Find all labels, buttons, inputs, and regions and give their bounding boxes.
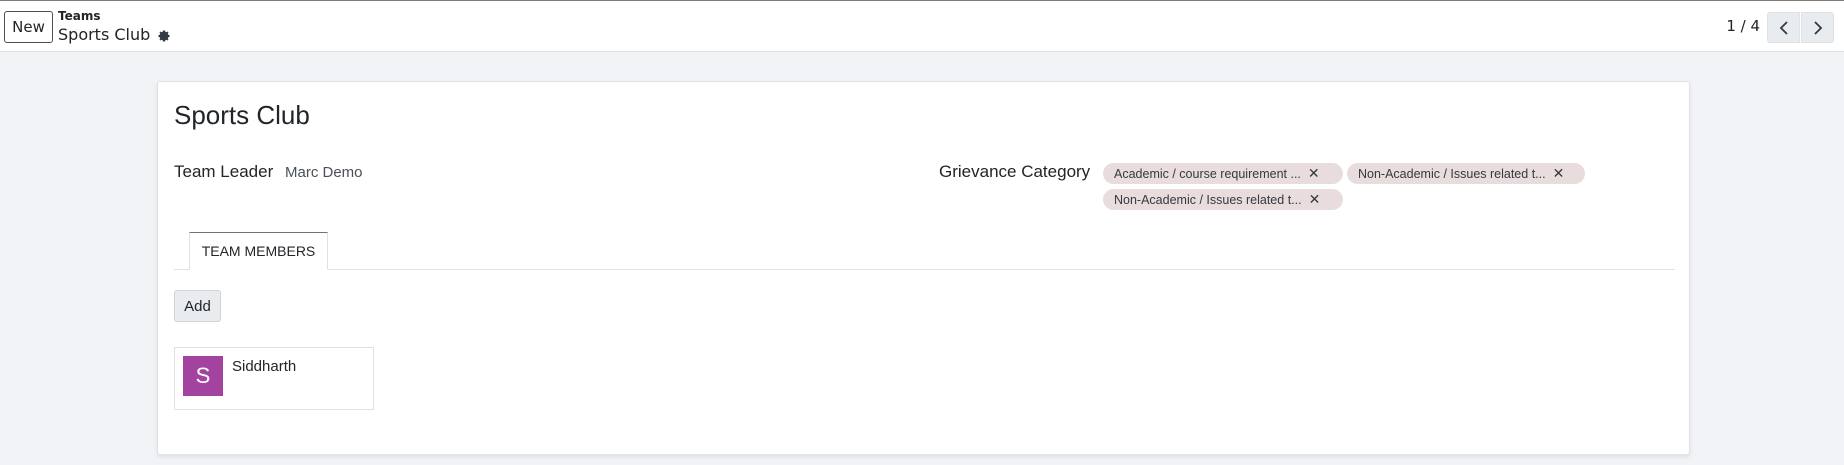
close-icon[interactable]: ✕ — [1308, 165, 1320, 182]
pager-previous-button[interactable] — [1767, 12, 1800, 43]
gear-icon[interactable] — [157, 28, 171, 42]
avatar: S — [183, 356, 223, 396]
team-leader-field[interactable]: Marc Demo — [285, 164, 363, 181]
pager-next-button[interactable] — [1801, 12, 1834, 43]
tab-team-members[interactable]: TEAM MEMBERS — [189, 232, 328, 270]
tab-divider — [174, 269, 1675, 270]
grievance-tag[interactable]: Academic / course requirement ... ✕ — [1103, 163, 1343, 184]
close-icon[interactable]: ✕ — [1309, 191, 1321, 208]
grievance-tag-label: Academic / course requirement ... — [1114, 166, 1301, 181]
member-name: Siddharth — [232, 358, 297, 375]
new-button[interactable]: New — [4, 11, 53, 43]
grievance-tag[interactable]: Non-Academic / Issues related t... ✕ — [1103, 189, 1343, 210]
breadcrumb-current: Sports Club — [58, 25, 171, 44]
breadcrumb-teams[interactable]: Teams — [58, 9, 100, 23]
member-card[interactable]: S Siddharth — [174, 347, 374, 410]
pager-value[interactable]: 1 / 4 — [1726, 17, 1760, 35]
add-button[interactable]: Add — [174, 290, 221, 322]
grievance-category-label: Grievance Category — [939, 162, 1091, 181]
breadcrumb-current-label: Sports Club — [58, 25, 151, 44]
chevron-left-icon — [1779, 20, 1788, 35]
grievance-tag-label: Non-Academic / Issues related t... — [1114, 192, 1302, 207]
control-panel: New Teams Sports Club 1 / 4 — [0, 0, 1844, 52]
grievance-tag-label: Non-Academic / Issues related t... — [1358, 166, 1546, 181]
chevron-right-icon — [1813, 20, 1822, 35]
record-title[interactable]: Sports Club — [174, 100, 310, 131]
close-icon[interactable]: ✕ — [1553, 165, 1565, 182]
team-leader-label: Team Leader — [174, 162, 274, 181]
form-sheet: Sports Club Team Leader Marc Demo Grieva… — [157, 81, 1690, 455]
grievance-tag[interactable]: Non-Academic / Issues related t... ✕ — [1347, 163, 1585, 184]
